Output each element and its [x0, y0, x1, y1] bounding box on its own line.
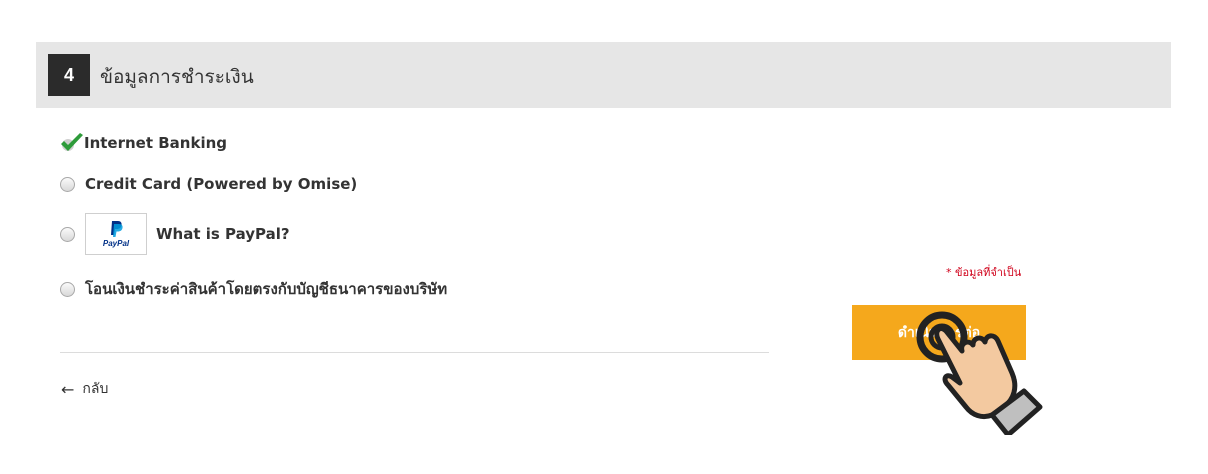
arrow-left-icon: ←	[61, 379, 75, 399]
payment-option-internet-banking[interactable]: Internet Banking	[60, 132, 227, 154]
radio-button[interactable]	[60, 226, 75, 242]
checkmark-icon	[60, 132, 84, 154]
radio-button[interactable]	[60, 281, 75, 297]
step-number-badge: 4	[48, 54, 90, 96]
step-header: 4 ข้อมูลการชำระเงิน	[36, 42, 1171, 108]
payment-option-label: โอนเงินชำระค่าสินค้าโดยตรงกับบัญชีธนาคาร…	[85, 280, 448, 298]
paypal-logo-text: PayPal	[102, 239, 130, 248]
section-title: ข้อมูลการชำระเงิน	[100, 66, 254, 88]
pointing-hand-icon	[916, 311, 1043, 435]
paypal-logo[interactable]: PayPal	[85, 213, 147, 255]
required-note: * ข้อมูลที่จำเป็น	[946, 266, 1022, 279]
paypal-p-icon	[111, 221, 123, 237]
payment-option-label[interactable]: What is PayPal?	[156, 225, 290, 243]
payment-option-label: Internet Banking	[84, 134, 228, 152]
payment-option-paypal[interactable]: PayPal What is PayPal?	[60, 213, 290, 255]
payment-option-credit-card[interactable]: Credit Card (Powered by Omise)	[60, 175, 357, 193]
radio-button[interactable]	[60, 176, 75, 192]
back-link-label: กลับ	[82, 381, 109, 397]
back-link[interactable]: ← กลับ	[61, 378, 108, 400]
payment-option-label: Credit Card (Powered by Omise)	[85, 175, 358, 193]
payment-option-bank-transfer[interactable]: โอนเงินชำระค่าสินค้าโดยตรงกับบัญชีธนาคาร…	[60, 277, 447, 301]
divider	[60, 352, 769, 353]
